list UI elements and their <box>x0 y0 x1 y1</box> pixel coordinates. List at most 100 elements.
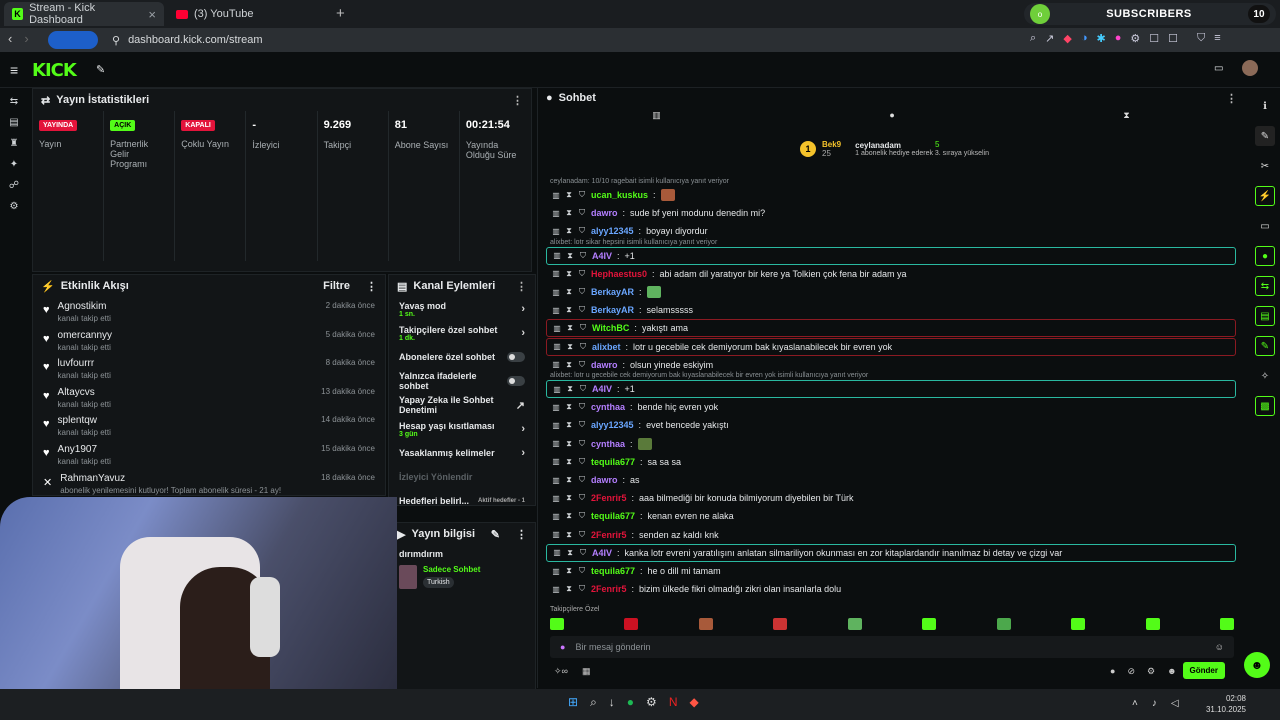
chat-username[interactable]: cynthaa <box>591 439 625 449</box>
chat-message[interactable]: ▥ ⧗ ⛉ A4IV: +1 <box>546 380 1236 398</box>
emote-icon[interactable] <box>624 618 639 630</box>
wrench-icon[interactable]: ✎ <box>1255 336 1275 356</box>
chat-username[interactable]: alyy12345 <box>591 226 634 236</box>
more-options-icon[interactable]: ⋮ <box>516 528 527 541</box>
chat-message[interactable]: ▥ ⧗ ⛉ A4IV: kanka lotr evreni yaratılışını a… <box>546 543 1236 562</box>
chat-username[interactable]: A4IV <box>592 548 612 558</box>
chat-message[interactable]: ▥ ⧗ ⛉ tequila677: he o dill mi tamam <box>546 562 1236 580</box>
timeout-icon[interactable]: ⧗ <box>565 475 573 485</box>
timer-tab-icon[interactable]: ⧗ <box>1123 110 1129 130</box>
back-icon[interactable]: ‹ <box>8 31 12 46</box>
timeout-icon[interactable]: ⧗ <box>565 439 573 449</box>
chat-username[interactable]: A4IV <box>592 384 612 394</box>
zoom-icon[interactable]: ⌕ <box>1030 32 1036 45</box>
trash-icon[interactable]: ▥ <box>553 251 561 260</box>
pin-icon[interactable]: ✎ <box>96 63 105 76</box>
timeout-icon[interactable]: ⧗ <box>565 305 573 315</box>
chat-bubble-icon[interactable]: ● <box>1110 666 1115 677</box>
timeout-icon[interactable]: ⧗ <box>566 384 574 394</box>
trash-icon[interactable]: ▥ <box>552 476 560 485</box>
mic-icon[interactable]: ♪ <box>1152 698 1157 709</box>
more-options-icon[interactable]: ⋮ <box>516 280 527 293</box>
chat-message[interactable]: ▥ ⧗ ⛉ A4IV: +1 <box>546 246 1236 265</box>
brave-icon[interactable]: ◆ <box>689 695 698 710</box>
trash-icon[interactable]: ▥ <box>552 209 560 218</box>
wallet-icon[interactable]: ☐ <box>1168 32 1178 45</box>
chat-message[interactable]: ▥ ⧗ ⛉ 2Fenrir5: aaa bilmediği bir konuda bil… <box>546 489 1236 507</box>
avatar[interactable] <box>1242 60 1258 76</box>
broadcast-icon[interactable]: ⇆ <box>1255 276 1275 296</box>
trash-icon[interactable]: ▥ <box>552 567 560 576</box>
action-item[interactable]: Yasaklanmış kelimeler › <box>389 441 535 465</box>
chat-username[interactable]: Hephaestus0 <box>591 269 647 279</box>
settings-icon[interactable]: ⚙ <box>1147 666 1155 677</box>
chat-username[interactable]: 2Fenrir5 <box>591 530 627 540</box>
share-icon[interactable]: ✧ <box>1255 366 1275 386</box>
settings-icon[interactable]: ⚙ <box>10 201 19 212</box>
address-bar[interactable]: ⚲ dashboard.kick.com/stream <box>112 31 1062 49</box>
bolt-icon[interactable]: ⚡ <box>1255 186 1275 206</box>
extensions-icon[interactable]: ☐ <box>1149 32 1159 45</box>
start-icon[interactable]: ⊞ <box>568 695 578 710</box>
timeout-icon[interactable]: ⧗ <box>565 287 573 297</box>
chat-username[interactable]: alyy12345 <box>591 420 634 430</box>
chat-username[interactable]: tequila677 <box>591 457 635 467</box>
hamburger-menu-icon[interactable]: ≡ <box>10 62 18 78</box>
chevron-right-icon[interactable]: › <box>521 303 525 315</box>
edit-icon[interactable]: ✎ <box>491 528 500 541</box>
trash-icon[interactable]: ▥ <box>552 191 560 200</box>
action-item[interactable]: Yavaş mod 1 sn. › <box>389 297 535 321</box>
chevron-right-icon[interactable]: › <box>521 423 525 435</box>
community-icon[interactable]: ☍ <box>9 180 19 191</box>
chat-message[interactable]: ▥ ⧗ ⛉ tequila677: kenan evren ne alaka <box>546 507 1236 525</box>
app-icon[interactable]: ⚙ <box>646 695 657 710</box>
emote-icon[interactable] <box>550 618 564 630</box>
external-link-icon[interactable]: ↗ <box>516 399 525 412</box>
emote-icon[interactable] <box>773 618 788 630</box>
chevron-right-icon[interactable]: › <box>521 447 525 459</box>
timeout-icon[interactable]: ⧗ <box>566 342 574 352</box>
chat-username[interactable]: ucan_kuskus <box>591 190 648 200</box>
brave-shield-icon[interactable]: ◆ <box>1063 32 1071 45</box>
chat-username[interactable]: tequila677 <box>591 566 635 576</box>
chat-message[interactable]: ▥ ⧗ ⛉ cynthaa: <box>546 435 1236 453</box>
clock[interactable]: 02:08 31.10.2025 <box>1206 693 1246 715</box>
timeout-icon[interactable]: ⧗ <box>565 420 573 430</box>
chat-message[interactable]: ▥ ⧗ ⛉ alixbet: lotr u gecebile cek demiyorum… <box>546 337 1236 356</box>
trash-icon[interactable]: ▥ <box>552 439 560 448</box>
timeout-icon[interactable]: ⧗ <box>565 360 573 370</box>
chat-message[interactable]: ▥ ⧗ ⛉ dawro: as <box>546 471 1236 489</box>
event-user[interactable]: splentqw <box>58 415 111 426</box>
kick-logo[interactable]: KICK <box>32 60 77 81</box>
vpn-icon[interactable]: ⛉ <box>1197 32 1205 45</box>
mic-icon[interactable]: ● <box>560 642 565 652</box>
profile-logo-icon[interactable] <box>48 31 98 49</box>
trash-icon[interactable]: ▥ <box>552 530 560 539</box>
tab-kick-dashboard[interactable]: K Stream - Kick Dashboard × <box>4 2 164 26</box>
timeout-icon[interactable]: ⧗ <box>565 269 573 279</box>
event-user[interactable]: Any1907 <box>58 444 111 455</box>
extension-icon[interactable]: ● <box>1115 32 1122 45</box>
chat-fab-icon[interactable]: ☻ <box>1244 652 1270 678</box>
timeout-icon[interactable]: ⧗ <box>566 323 574 333</box>
chat-message[interactable]: ▥ ⧗ ⛉ cynthaa: bende hiç evren yok <box>546 398 1236 416</box>
app-icon[interactable]: ▩ <box>1255 396 1275 416</box>
chat-username[interactable]: dawro <box>591 360 618 370</box>
action-item[interactable]: Takipçilere özel sohbet 1 dk. › <box>389 321 535 345</box>
edit-icon[interactable]: ✎ <box>1255 126 1275 146</box>
chat-input[interactable]: ● Bir mesaj gönderin ☺ <box>550 636 1234 658</box>
chat-username[interactable]: tequila677 <box>591 511 635 521</box>
trash-icon[interactable]: ▥ <box>553 548 561 557</box>
moderation-icon[interactable]: ✦ <box>10 159 18 170</box>
extension-icon[interactable]: ◑ <box>1081 32 1088 45</box>
timeout-icon[interactable]: ⧗ <box>565 208 573 218</box>
chat-username[interactable]: dawro <box>591 475 618 485</box>
action-item[interactable]: Yapay Zeka ile Sohbet Denetimi ↗ <box>389 393 535 417</box>
trash-icon[interactable]: ▥ <box>552 403 560 412</box>
site-info-icon[interactable]: ⚲ <box>112 34 120 47</box>
chat-message[interactable]: ▥ ⧗ ⛉ 2Fenrir5: senden az kaldı knk <box>546 526 1236 544</box>
emote-icon[interactable] <box>996 618 1011 630</box>
trash-icon[interactable]: ▥ <box>552 421 560 430</box>
search-icon[interactable]: ⌕ <box>590 695 597 710</box>
event-user[interactable]: omercannyy <box>58 330 112 341</box>
